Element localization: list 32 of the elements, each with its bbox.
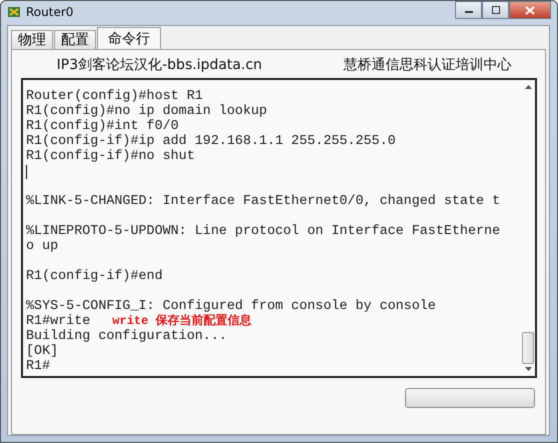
console-line: Router(config)#host R1 [26,89,203,104]
maximize-icon [490,6,500,14]
console-line: R1(config-if)#end [26,269,163,284]
console-line: Building configuration... [26,329,227,344]
console-line: R1#write [26,314,90,329]
console-line: R1(config)#int f0/0 [26,119,179,134]
window-title: Router0 [26,5,74,19]
console-line: o up [26,239,58,254]
console-line: R1(config-if)#ip add 192.168.1.1 255.255.255.0 [26,134,396,149]
close-button[interactable] [509,1,551,19]
console-line: %LINEPROTO-5-UPDOWN: Line protocol on Interface FastEtherne [26,224,500,239]
tab[interactable]: 物理 [11,30,53,49]
console-line: R1(config-if)#no shut [26,149,195,164]
scroll-thumb[interactable] [522,332,534,364]
annotation-text: write 保存当前配置信息 [112,314,252,329]
console-line: %SYS-5-CONFIG_I: Configured from console by console [26,299,436,314]
console-line: [OK] [26,344,58,359]
router-icon [7,5,21,19]
console-line: %LINK-5-CHANGED: Interface FastEthernet0/0, changed state t [26,194,500,209]
maximize-button[interactable] [482,1,509,19]
console-line: R1(config)#no ip domain lookup [26,104,268,119]
text-cursor [26,164,27,178]
minimize-button[interactable] [455,1,482,19]
close-icon [525,6,535,14]
scroll-down-icon[interactable] [524,366,532,372]
header-text: IP3剑客论坛汉化-bbs.ipdata.cn [56,56,262,74]
tab[interactable]: 命令行 [97,27,161,49]
scroll-up-icon[interactable] [524,84,532,90]
console-line: R1# [26,359,50,374]
action-button[interactable] [405,388,535,408]
header-text: 慧桥通信思科认证培训中心 [343,56,512,74]
tab[interactable]: 配置 [54,30,96,49]
